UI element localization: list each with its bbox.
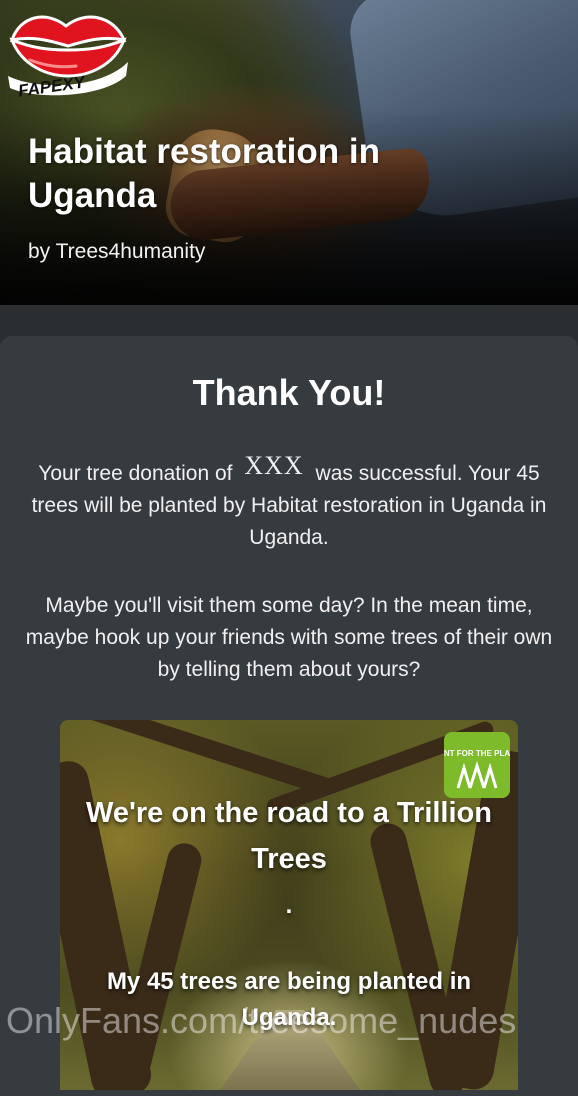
- watermark-text: OnlyFans.com/treesome_nudes: [6, 1000, 517, 1041]
- thank-you-heading: Thank You!: [192, 372, 386, 413]
- plant-for-the-planet-logo: PLANT FOR THE PLANET: [444, 732, 510, 798]
- share-headline: We're on the road to a Trillion Trees: [86, 797, 492, 875]
- redacted-amount: XXX: [244, 451, 304, 480]
- donation-message-start: Your tree donation of: [38, 462, 233, 485]
- share-encouragement-text: Maybe you'll visit them some day? In the…: [25, 594, 553, 681]
- lips-icon: FAPEXY: [8, 15, 128, 98]
- share-dot: .: [285, 892, 293, 919]
- hero-byline: by Trees4humanity: [28, 240, 206, 263]
- logo-brand-text: FAPEXY: [17, 72, 88, 98]
- hero-title: Habitat restoration in Uganda: [28, 132, 380, 215]
- p4p-logo-text: PLANT FOR THE PLANET: [444, 749, 510, 758]
- lips-upper: [9, 15, 127, 48]
- tree-branch: [83, 720, 337, 798]
- donation-message: Your tree donation of XXX was successful…: [24, 451, 554, 554]
